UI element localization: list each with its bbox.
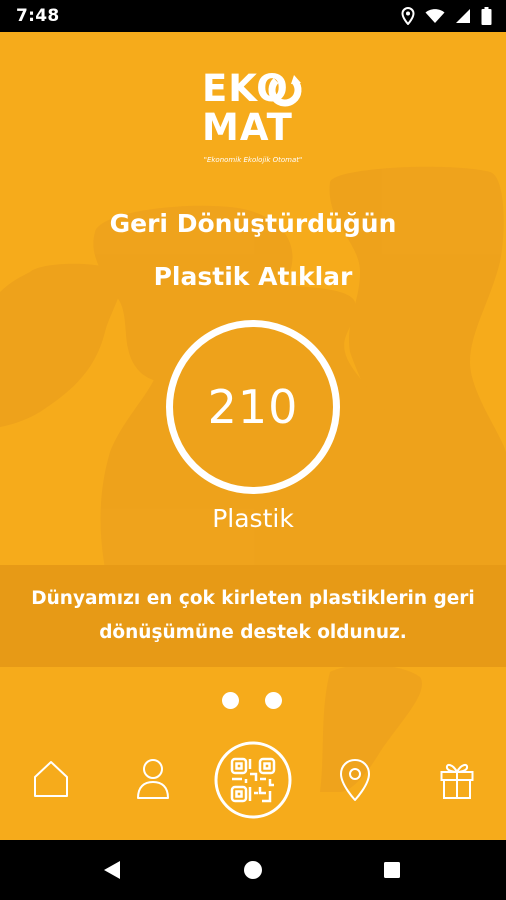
pager-dot[interactable] xyxy=(222,692,239,709)
logo-tagline: "Ekonomik Ekolojik Otomat" xyxy=(203,156,303,164)
page-title-line1: Geri Dönüştürdüğün xyxy=(109,209,397,238)
recents-square-icon xyxy=(384,862,400,878)
page-title: Geri Dönüştürdüğün Plastik Atıklar xyxy=(0,197,506,303)
status-bar: 7:48 xyxy=(0,0,506,32)
nav-location-button[interactable] xyxy=(339,758,371,802)
system-back-button[interactable] xyxy=(103,860,121,884)
nav-profile-button[interactable] xyxy=(136,758,170,800)
back-triangle-icon xyxy=(104,861,120,879)
message-line2: dönüşümüne destek oldunuz. xyxy=(99,622,407,643)
nav-rewards-button[interactable] xyxy=(440,760,474,800)
home-icon xyxy=(34,761,68,797)
home-circle-icon xyxy=(244,861,262,879)
pager-indicator xyxy=(222,692,282,709)
nav-home-button[interactable] xyxy=(33,760,69,798)
ekomat-logo: EKO MAT "Ekonomik Ekolojik Otomat" xyxy=(198,67,318,167)
page-title-line2: Plastik Atıklar xyxy=(153,262,353,291)
status-time: 7:48 xyxy=(16,6,60,26)
battery-icon xyxy=(481,7,492,25)
system-navigation-bar xyxy=(0,840,506,900)
cellular-signal-icon xyxy=(455,8,471,24)
wifi-icon xyxy=(425,8,445,24)
gift-icon xyxy=(440,763,474,799)
bottom-navigation xyxy=(0,740,506,826)
recycle-ring-icon xyxy=(268,73,302,107)
system-home-button[interactable] xyxy=(244,861,262,883)
message-banner: Dünyamızı en çok kirleten plastiklerin g… xyxy=(0,565,506,667)
location-icon xyxy=(401,7,415,25)
nav-scan-qr-button[interactable] xyxy=(214,741,292,819)
plastic-count: 210 xyxy=(207,380,299,434)
plastic-count-unit: Plastik xyxy=(212,504,294,533)
pager-dot[interactable] xyxy=(265,692,282,709)
logo-text-line2: MAT xyxy=(202,106,293,149)
message-line1: Dünyamızı en çok kirleten plastiklerin g… xyxy=(31,588,475,609)
main-content: EKO MAT "Ekonomik Ekolojik Otomat" Geri … xyxy=(0,32,506,840)
system-recents-button[interactable] xyxy=(384,862,400,882)
status-icons xyxy=(401,7,492,25)
profile-icon xyxy=(137,759,169,799)
qr-code-icon xyxy=(214,741,292,819)
plastic-counter-ring: 210 xyxy=(166,320,340,494)
location-pin-icon xyxy=(340,759,370,801)
